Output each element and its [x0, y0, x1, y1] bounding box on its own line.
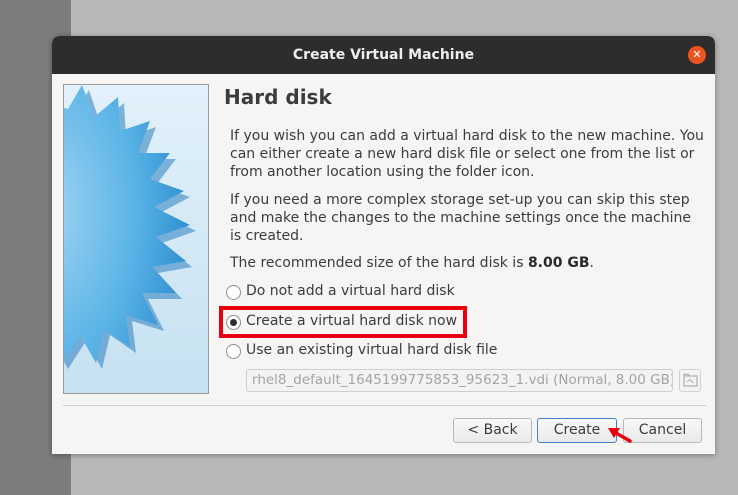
recommended-size-suffix: . — [589, 255, 594, 271]
back-button[interactable]: < Back — [453, 418, 532, 443]
button-separator — [63, 405, 706, 406]
recommended-size-value: 8.00 GB — [527, 255, 590, 271]
option-existing-disk-label[interactable]: Use an existing virtual hard disk file — [246, 342, 497, 358]
create-button[interactable]: Create — [537, 418, 617, 443]
existing-disk-select: rhel8_default_1645199775853_95623_1.vdi … — [246, 369, 673, 392]
selection-highlight-box — [219, 306, 467, 338]
wizard-banner-image — [63, 84, 209, 394]
close-icon[interactable]: ✕ — [688, 46, 706, 64]
title-bar: Create Virtual Machine ✕ — [52, 36, 715, 74]
radio-existing-disk[interactable] — [226, 344, 241, 359]
pointer-arrow-icon — [608, 428, 632, 443]
folder-icon — [679, 369, 701, 392]
recommended-size-text: The recommended size of the hard disk is… — [230, 254, 704, 272]
description-paragraph: If you wish you can add a virtual hard d… — [230, 128, 704, 180]
create-vm-dialog: Create Virtual Machine ✕ Hard disk If yo… — [52, 36, 715, 454]
recommended-size-prefix: The recommended size of the hard disk is — [230, 255, 528, 271]
page-heading: Hard disk — [224, 85, 332, 109]
cancel-button[interactable]: Cancel — [623, 418, 702, 443]
radio-no-disk[interactable] — [226, 285, 241, 300]
content-area: If you wish you can add a virtual hard d… — [218, 113, 706, 393]
dialog-title: Create Virtual Machine — [292, 47, 475, 63]
option-no-disk-label[interactable]: Do not add a virtual hard disk — [246, 283, 455, 299]
storage-advice-paragraph: If you need a more complex storage set-u… — [230, 192, 691, 244]
